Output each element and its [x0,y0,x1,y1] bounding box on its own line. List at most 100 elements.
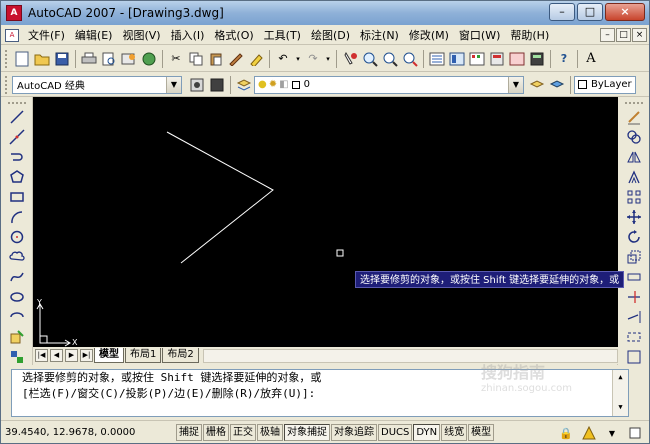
layer-previous-icon[interactable] [548,76,566,94]
menu-window[interactable]: 窗口(W) [454,26,505,45]
chevron-down-icon[interactable]: ▼ [508,76,523,93]
grid-toggle[interactable]: 栅格 [203,423,229,441]
menu-dimension[interactable]: 标注(N) [355,26,404,45]
zoom-window-icon[interactable] [381,50,399,68]
revision-cloud-icon[interactable] [7,248,27,266]
first-tab-icon[interactable]: |◀ [35,349,48,362]
autocad-a-icon[interactable]: A [6,5,22,21]
mirror-icon[interactable] [624,148,644,166]
paste-icon[interactable] [207,50,225,68]
ellipse-arc-icon[interactable] [7,308,27,326]
polygon-icon[interactable] [7,168,27,186]
sheet-set-icon[interactable] [488,50,506,68]
close-button[interactable]: × [605,3,645,21]
erase-icon[interactable] [624,108,644,126]
line-icon[interactable] [7,108,27,126]
model-toggle[interactable]: 模型 [468,423,495,441]
polar-toggle[interactable]: 极轴 [257,423,283,441]
design-center-icon[interactable] [448,50,466,68]
text-style-icon[interactable]: A [582,50,600,68]
ducs-toggle[interactable]: DUCS [378,423,413,441]
make-block-icon[interactable] [7,348,27,366]
redo-icon[interactable]: ↷ [304,50,322,68]
menu-format[interactable]: 格式(O) [209,26,258,45]
offset-icon[interactable] [624,168,644,186]
lineweight-toggle[interactable]: 线宽 [441,423,468,441]
toolbar-grip[interactable] [624,102,643,105]
dyn-toggle[interactable]: DYN [413,423,441,441]
menu-view[interactable]: 视图(V) [117,26,165,45]
save-icon[interactable] [53,50,71,68]
menu-insert[interactable]: 插入(I) [166,26,210,45]
zoom-previous-icon[interactable] [401,50,419,68]
tab-model[interactable]: 模型 [94,348,124,363]
maximize-button[interactable]: □ [577,3,603,21]
command-window[interactable]: 选择要修剪的对象，或按住 Shift 键选择要延伸的对象，或 [栏选(F)/窗交… [11,369,629,417]
tool-palettes-icon[interactable] [468,50,486,68]
status-menu-icon[interactable]: ▼ [603,424,621,442]
undo-icon[interactable]: ↶ [274,50,292,68]
otrack-toggle[interactable]: 对象追踪 [331,423,377,441]
doc-minimize-button[interactable]: – [600,28,615,42]
command-prompt-line[interactable]: [栏选(F)/窗交(C)/投影(P)/边(E)/删除(R)/放弃(U)]: [12,386,628,402]
tab-layout2[interactable]: 布局2 [162,348,199,363]
workspace-settings-icon[interactable] [188,76,206,94]
ellipse-icon[interactable] [7,288,27,306]
cut-icon[interactable]: ✂ [167,50,185,68]
trim-icon[interactable] [624,288,644,306]
scroll-down-icon[interactable]: ▼ [614,400,628,414]
break-icon[interactable] [624,328,644,346]
snap-toggle[interactable]: 捕捉 [176,423,202,441]
spline-icon[interactable] [7,268,27,286]
new-file-icon[interactable] [13,50,31,68]
command-scrollbar[interactable]: ▲ ▼ [612,370,628,416]
coordinate-readout[interactable]: 39.4540, 12.9678, 0.0000 [1,427,176,438]
move-icon[interactable] [624,208,644,226]
drawing-canvas[interactable]: Y X [33,97,618,347]
doc-restore-button[interactable]: □ [616,28,631,42]
layer-select[interactable]: ● ✹ ◧ 0 ▼ [254,75,524,94]
open-folder-icon[interactable] [33,50,51,68]
next-tab-icon[interactable]: ▶ [65,349,78,362]
chevron-drawing[interactable] [166,131,274,264]
minimize-button[interactable]: – [549,3,575,21]
document-icon[interactable]: A [5,28,19,42]
help-icon[interactable]: ? [555,50,573,68]
prev-tab-icon[interactable]: ◀ [50,349,63,362]
menu-draw[interactable]: 绘图(D) [306,26,355,45]
horizontal-scrollbar[interactable] [202,348,618,363]
join-icon[interactable] [624,348,644,366]
match-properties-icon[interactable] [227,50,245,68]
communication-center-icon[interactable] [580,424,598,442]
publish-icon[interactable] [120,50,138,68]
quickcalc-icon[interactable] [528,50,546,68]
markup-set-icon[interactable] [508,50,526,68]
osnap-toggle[interactable]: 对象捕捉 [284,423,330,441]
polyline-icon[interactable] [7,148,27,166]
menu-file[interactable]: 文件(F) [23,26,70,45]
stretch-icon[interactable] [624,268,644,286]
rotate-icon[interactable] [624,228,644,246]
scroll-thumb[interactable] [614,384,628,400]
lock-icon[interactable]: 🔒 [557,424,575,442]
tab-layout1[interactable]: 布局1 [125,348,162,363]
arc-icon[interactable] [7,208,27,226]
pan-realtime-icon[interactable] [341,50,359,68]
menu-help[interactable]: 帮助(H) [505,26,554,45]
array-icon[interactable] [624,188,644,206]
toolbar-grip[interactable] [7,102,26,105]
scroll-up-icon[interactable]: ▲ [614,370,628,384]
layer-properties-icon[interactable] [235,76,253,94]
save-workspace-icon[interactable] [208,76,226,94]
properties-icon[interactable] [428,50,446,68]
rectangle-icon[interactable] [7,188,27,206]
color-control-select[interactable]: ByLayer [574,75,636,94]
workspace-select[interactable]: AutoCAD 经典 ▼ [12,75,182,94]
circle-icon[interactable] [7,228,27,246]
menu-tools[interactable]: 工具(T) [259,26,306,45]
copy-object-icon[interactable] [624,128,644,146]
menu-modify[interactable]: 修改(M) [404,26,454,45]
toolbar-grip[interactable] [5,49,8,68]
3d-dwf-icon[interactable] [140,50,158,68]
undo-dropdown-icon[interactable]: ▾ [294,50,302,68]
